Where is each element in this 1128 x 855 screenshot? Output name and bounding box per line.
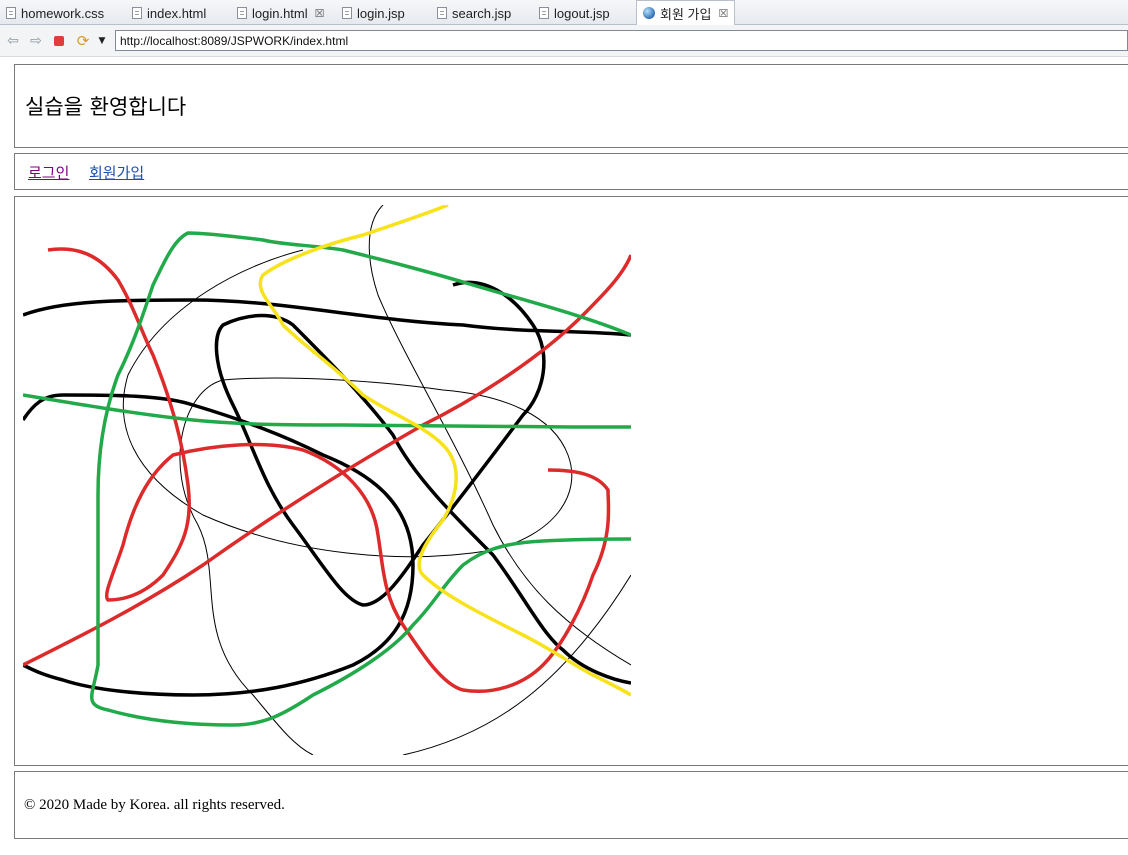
black-line — [23, 393, 415, 697]
tab-label: login.html — [252, 5, 308, 21]
tab-label: homework.css — [21, 5, 105, 21]
tab-member-join[interactable]: 회원 가입 ☒ — [636, 0, 736, 25]
tab-homework-css[interactable]: homework.css — [6, 2, 104, 24]
close-icon[interactable]: ☒ — [718, 7, 728, 20]
dropdown-icon[interactable]: ▼ — [93, 32, 111, 50]
browser-toolbar: ⇦ ⇨ ⟳ ▼ http://localhost:8089/JSPWORK/in… — [0, 25, 1128, 57]
file-icon — [437, 7, 447, 19]
file-icon — [132, 7, 142, 19]
editor-tab-bar: homework.css index.html login.html ☒ log… — [0, 0, 1128, 25]
thin-line — [402, 574, 631, 755]
tab-index-html[interactable]: index.html — [132, 2, 206, 24]
refresh-icon[interactable]: ⟳ — [74, 32, 92, 50]
black-line — [214, 280, 631, 685]
subway-map-image — [23, 205, 631, 755]
url-field[interactable]: http://localhost:8089/JSPWORK/index.html — [115, 30, 1128, 51]
page-title: 실습을 환영합니다 — [25, 95, 187, 119]
tab-label: login.jsp — [357, 5, 405, 21]
file-icon — [539, 7, 549, 19]
join-link[interactable]: 회원가입 — [89, 162, 144, 183]
tab-search-jsp[interactable]: search.jsp — [437, 2, 511, 24]
close-icon[interactable]: ☒ — [315, 7, 325, 20]
tab-login-jsp[interactable]: login.jsp — [342, 2, 405, 24]
tab-label: search.jsp — [452, 5, 512, 21]
page-menu: 로그인 회원가입 — [14, 153, 1128, 190]
green-line — [23, 393, 631, 429]
main-content — [14, 196, 1128, 766]
stop-icon — [54, 36, 64, 46]
stop-button[interactable] — [50, 32, 68, 50]
login-link[interactable]: 로그인 — [28, 162, 69, 183]
copyright-text: © 2020 Made by Korea. all rights reserve… — [24, 797, 285, 813]
globe-icon — [643, 7, 655, 19]
back-icon[interactable]: ⇦ — [4, 32, 22, 50]
tab-logout-jsp[interactable]: logout.jsp — [539, 2, 610, 24]
tab-label: 회원 가입 — [660, 6, 712, 22]
tab-label: index.html — [147, 5, 207, 21]
file-icon — [6, 7, 16, 19]
file-icon — [237, 7, 247, 19]
forward-icon[interactable]: ⇨ — [27, 32, 45, 50]
file-icon — [342, 7, 352, 19]
tab-label: logout.jsp — [554, 5, 610, 21]
page-footer: © 2020 Made by Korea. all rights reserve… — [14, 771, 1128, 839]
page-header: 실습을 환영합니다 — [14, 64, 1128, 148]
tab-login-html[interactable]: login.html ☒ — [237, 2, 325, 24]
